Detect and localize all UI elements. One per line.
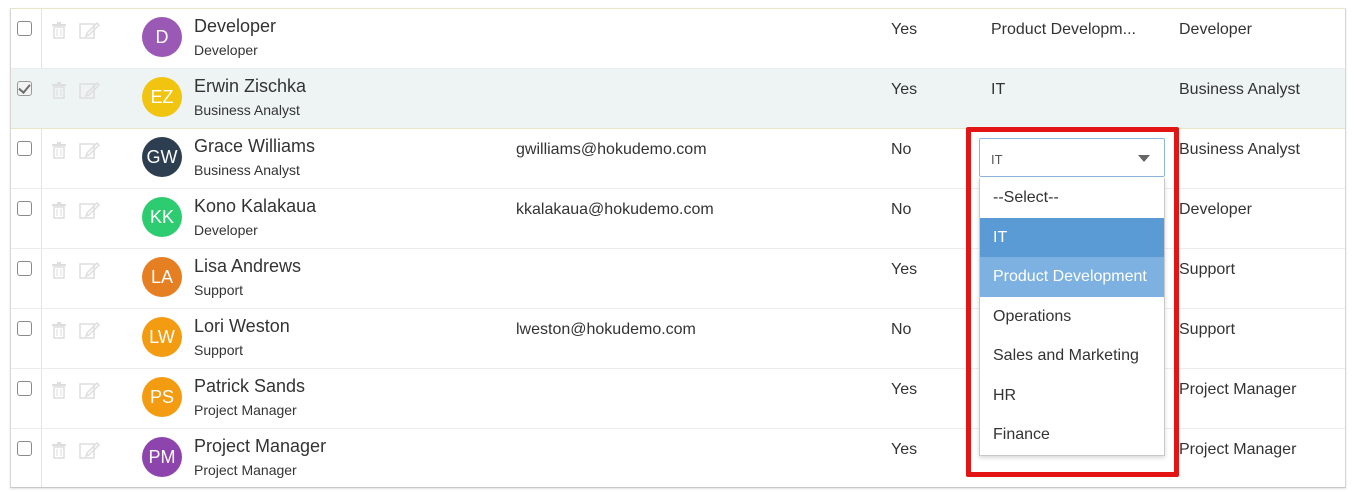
user-name[interactable]: Grace Williams (194, 136, 315, 157)
user-title: Developer (194, 42, 258, 58)
department-option-hr[interactable]: HR (980, 376, 1164, 416)
user-title: Developer (194, 222, 258, 238)
active-status: Yes (891, 441, 918, 458)
department-value[interactable]: IT (991, 81, 1005, 99)
user-title: Support (194, 342, 244, 358)
avatar: GW (142, 137, 182, 177)
row-checkbox[interactable] (17, 261, 32, 276)
user-name[interactable]: Lisa Andrews (194, 256, 301, 277)
department-select-value: IT (991, 152, 1003, 167)
user-email: kkalakaua@hokudemo.com (516, 201, 714, 218)
user-name[interactable]: Developer (194, 16, 276, 37)
trash-icon[interactable] (51, 21, 67, 39)
row-checkbox[interactable] (17, 321, 32, 336)
user-title: Project Manager (194, 402, 297, 418)
role-value: Developer (1179, 201, 1252, 218)
role-value: Developer (1179, 21, 1252, 38)
row-checkbox[interactable] (17, 21, 32, 36)
role-value: Business Analyst (1179, 141, 1300, 158)
user-title: Support (194, 282, 244, 298)
table-row[interactable]: D Developer Developer Yes Product Develo… (11, 9, 1345, 69)
trash-icon[interactable] (51, 261, 67, 279)
user-title: Project Manager (194, 462, 297, 478)
active-status: Yes (891, 261, 918, 278)
active-status: Yes (891, 381, 918, 398)
department-option-select[interactable]: --Select-- (980, 178, 1164, 218)
row-checkbox[interactable] (17, 81, 32, 96)
pencil-edit-icon[interactable] (79, 261, 101, 279)
avatar: D (142, 17, 182, 57)
row-checkbox[interactable] (17, 201, 32, 216)
user-name[interactable]: Project Manager (194, 436, 326, 457)
table-row[interactable]: EZ Erwin Zischka Business Analyst Yes IT… (11, 69, 1345, 129)
active-status: No (891, 321, 912, 338)
trash-icon[interactable] (51, 321, 67, 339)
caret-down-icon[interactable] (1138, 155, 1150, 162)
active-status: Yes (891, 81, 918, 98)
user-email: gwilliams@hokudemo.com (516, 141, 707, 158)
department-option-finance[interactable]: Finance (980, 415, 1164, 455)
department-options-list: --Select-- IT Product Development Operat… (979, 178, 1165, 456)
pencil-edit-icon[interactable] (79, 141, 101, 159)
avatar: PM (142, 437, 182, 477)
pencil-edit-icon[interactable] (79, 381, 101, 399)
role-value: Support (1179, 321, 1236, 338)
trash-icon[interactable] (51, 381, 67, 399)
pencil-edit-icon[interactable] (79, 81, 101, 99)
trash-icon[interactable] (51, 201, 67, 219)
department-option-sales-and-marketing[interactable]: Sales and Marketing (980, 336, 1164, 376)
avatar: KK (142, 197, 182, 237)
role-value: Project Manager (1179, 441, 1297, 458)
department-value[interactable]: Product Developm... (991, 21, 1136, 39)
row-checkbox[interactable] (17, 441, 32, 456)
user-name[interactable]: Lori Weston (194, 316, 290, 337)
active-status: No (891, 141, 912, 158)
row-checkbox[interactable] (17, 381, 32, 396)
avatar: PS (142, 377, 182, 417)
department-option-operations[interactable]: Operations (980, 297, 1164, 337)
user-title: Business Analyst (194, 162, 300, 178)
user-email: lweston@hokudemo.com (516, 321, 696, 338)
avatar: LW (142, 317, 182, 357)
department-option-it[interactable]: IT (980, 217, 1164, 257)
user-name[interactable]: Kono Kalakaua (194, 196, 316, 217)
pencil-edit-icon[interactable] (79, 321, 101, 339)
role-value: Business Analyst (1179, 81, 1300, 98)
trash-icon[interactable] (51, 81, 67, 99)
trash-icon[interactable] (51, 441, 67, 459)
role-value: Project Manager (1179, 381, 1297, 398)
pencil-edit-icon[interactable] (79, 21, 101, 39)
row-checkbox[interactable] (17, 141, 32, 156)
user-name[interactable]: Erwin Zischka (194, 76, 306, 97)
avatar: LA (142, 257, 182, 297)
department-option-product-development[interactable]: Product Development (980, 257, 1164, 297)
active-status: No (891, 201, 912, 218)
user-title: Business Analyst (194, 102, 300, 118)
role-value: Support (1179, 261, 1236, 278)
department-select[interactable]: IT (979, 138, 1165, 177)
pencil-edit-icon[interactable] (79, 201, 101, 219)
active-status: Yes (891, 21, 918, 38)
pencil-edit-icon[interactable] (79, 441, 101, 459)
trash-icon[interactable] (51, 141, 67, 159)
avatar: EZ (142, 77, 182, 117)
user-name[interactable]: Patrick Sands (194, 376, 305, 397)
